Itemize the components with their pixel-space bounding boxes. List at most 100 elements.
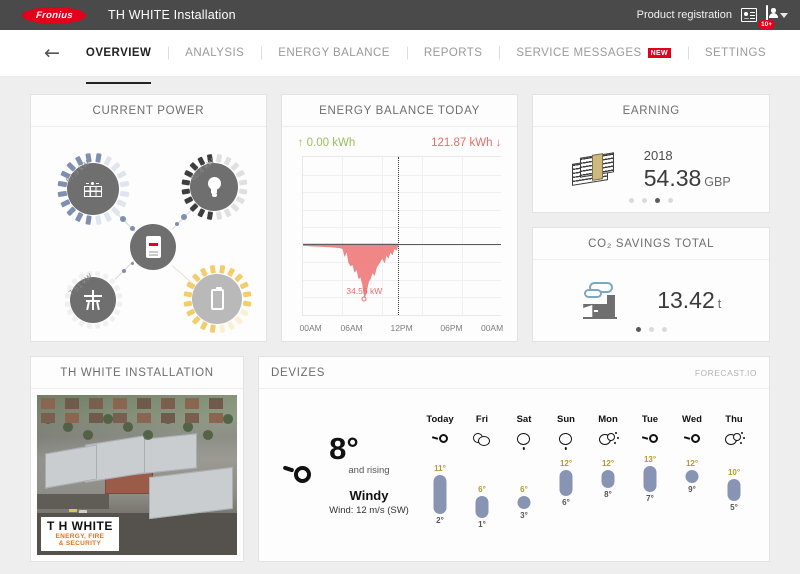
forecast-temp-range: 12°9° xyxy=(671,452,713,540)
tab-overview[interactable]: OVERVIEW xyxy=(86,30,168,76)
weather-current: 8° and rising Windy Wind: 12 m/s (SW) xyxy=(273,434,419,516)
notification-count-badge: 10+ xyxy=(758,20,775,29)
chart-area-series xyxy=(303,157,502,315)
ring-segment xyxy=(239,281,248,289)
photo-roof xyxy=(45,445,97,489)
forecast-day-today[interactable]: Today 11° 2° xyxy=(419,414,461,540)
tab-reports[interactable]: REPORTS xyxy=(407,30,500,76)
co2-dot-1[interactable] xyxy=(649,327,654,332)
power-node-pv[interactable]: 67.9 kW xyxy=(57,153,129,225)
forecast-day-name: Sun xyxy=(545,414,587,425)
tab-reports-label: REPORTS xyxy=(424,47,483,59)
user-account-button[interactable]: 10+ xyxy=(766,6,768,24)
ring-segment xyxy=(95,153,101,162)
photo-house xyxy=(65,398,79,408)
top-bar: Fronius TH WHITE Installation Product re… xyxy=(0,0,800,30)
co2-dot-2[interactable] xyxy=(662,327,667,332)
earning-title: EARNING xyxy=(533,95,769,127)
forecast-high-temp: 11° xyxy=(419,464,461,473)
forecast-day-name: Wed xyxy=(671,414,713,425)
ring-segment xyxy=(116,170,126,178)
power-node-inverter[interactable] xyxy=(122,216,184,278)
ring-segment xyxy=(116,199,126,207)
co2-dot-0[interactable] xyxy=(636,327,641,332)
co2-savings-title: CO₂ SAVINGS TOTAL xyxy=(533,228,769,260)
photo-house xyxy=(89,413,103,423)
tab-analysis[interactable]: ANALYSIS xyxy=(168,30,261,76)
weather-source: FORECAST.IO xyxy=(695,368,757,378)
co2-pagination-dots[interactable] xyxy=(533,327,769,332)
forecast-day-wed[interactable]: Wed 12°9° xyxy=(671,414,713,540)
energy-balance-card: ENERGY BALANCE TODAY ↑ 0.00 kWh 121.87 k… xyxy=(281,94,519,342)
earning-dot-2[interactable] xyxy=(655,198,660,203)
ring-segment xyxy=(189,203,198,212)
forecast-temp-bar xyxy=(560,470,573,496)
forecast-high-temp: 13° xyxy=(629,455,671,464)
ring-segment xyxy=(216,212,222,220)
ring-segment xyxy=(64,301,69,307)
photo-house xyxy=(209,398,223,408)
forecast-temp-range: 13°7° xyxy=(629,452,671,540)
power-node-grid[interactable]: 7.51 kW xyxy=(64,271,122,329)
weather-body: 8° and rising Windy Wind: 12 m/s (SW) To… xyxy=(259,389,769,561)
earning-content: 2018 54.38GBP xyxy=(572,148,731,192)
earning-dot-1[interactable] xyxy=(642,198,647,203)
earning-dot-3[interactable] xyxy=(668,198,673,203)
forecast-day-name: Today xyxy=(419,414,461,425)
photo-house xyxy=(89,398,103,408)
earning-pagination-dots[interactable] xyxy=(533,198,769,203)
chart-peak-label: 34.56 kW xyxy=(346,286,382,296)
power-node-load[interactable]: 60.4 kW xyxy=(181,154,247,220)
chevron-down-icon[interactable] xyxy=(780,13,788,18)
ring-segment xyxy=(183,196,192,204)
product-registration-link[interactable]: Product registration xyxy=(637,9,732,21)
ring-segment xyxy=(230,162,239,171)
earning-unit: GBP xyxy=(704,175,730,189)
fronius-logo[interactable]: Fronius xyxy=(22,7,86,24)
ring-segment xyxy=(223,156,231,165)
forecast-high-temp: 12° xyxy=(671,459,713,468)
power-node-battery[interactable] xyxy=(183,265,251,333)
energy-balance-chart[interactable]: 34.56 kW 00AM06AM12PM06PM00AM xyxy=(292,156,508,336)
forecast-day-name: Thu xyxy=(713,414,755,425)
tab-service-messages[interactable]: SERVICE MESSAGES NEW xyxy=(499,30,687,76)
photo-house xyxy=(185,398,199,408)
earning-dot-0[interactable] xyxy=(629,198,634,203)
installation-photo-card: TH WHITE INSTALLATION T H WHITE ENERGY, … xyxy=(30,356,244,562)
forecast-day-mon[interactable]: Mon12°8° xyxy=(587,414,629,540)
installation-photo-title: TH WHITE INSTALLATION xyxy=(31,357,243,389)
current-power-diagram[interactable]: 67.9 kW 60.4 kW 7.51 kW xyxy=(31,127,266,340)
co2-savings-card: CO₂ SAVINGS TOTAL 13.42t xyxy=(532,227,770,342)
forecast-day-sun[interactable]: Sun12°6° xyxy=(545,414,587,540)
forecast-day-tue[interactable]: Tue 13°7° xyxy=(629,414,671,540)
forecast-day-thu[interactable]: Thu10°5° xyxy=(713,414,755,540)
ring-segment xyxy=(209,265,215,273)
forecast-weather-icon xyxy=(671,428,713,450)
forecast-day-name: Tue xyxy=(629,414,671,425)
ring-segment xyxy=(94,271,100,276)
forecast-low-temp: 2° xyxy=(419,516,461,525)
ring-segment xyxy=(227,268,235,277)
chart-x-axis: 00AM06AM12PM06PM00AM xyxy=(302,320,502,336)
tab-energy-balance[interactable]: ENERGY BALANCE xyxy=(261,30,407,76)
back-arrow-icon[interactable]: ← xyxy=(44,44,60,63)
forecast-day-sat[interactable]: Sat6°3° xyxy=(503,414,545,540)
ring-segment xyxy=(103,212,111,222)
aerial-photo[interactable]: T H WHITE ENERGY, FIRE & SECURITY xyxy=(37,395,237,555)
weather-condition: Windy xyxy=(329,488,409,503)
co2-value: 13.42 xyxy=(657,287,715,313)
dashboard-content: CURRENT POWER 67.9 kW60.4 kW7.51 kW ENER… xyxy=(0,76,800,562)
forecast-day-fri[interactable]: Fri6°1° xyxy=(461,414,503,540)
weather-current-text: 8° and rising Windy Wind: 12 m/s (SW) xyxy=(329,434,409,516)
energy-produced-value: ↑ 0.00 kWh xyxy=(298,137,356,149)
chart-x-tick: 06PM xyxy=(440,323,462,333)
ring-segment xyxy=(57,191,66,197)
ring-segment xyxy=(230,203,239,212)
tab-settings[interactable]: SETTINGS xyxy=(688,30,783,76)
forecast-high-temp: 12° xyxy=(587,459,629,468)
forecast-temp-range: 12°8° xyxy=(587,452,629,540)
chart-x-tick: 06AM xyxy=(341,323,363,333)
weather-header: DEVIZES FORECAST.IO xyxy=(259,357,769,389)
energy-balance-stats: ↑ 0.00 kWh 121.87 kWh ↓ xyxy=(292,135,508,156)
registration-card-icon[interactable] xyxy=(741,8,757,22)
